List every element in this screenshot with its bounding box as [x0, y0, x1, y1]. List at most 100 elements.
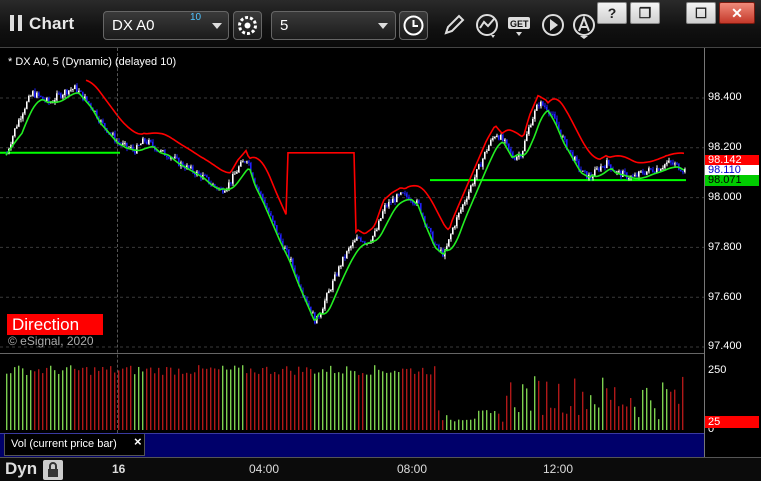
volume-bar — [178, 368, 180, 430]
candle-body — [668, 160, 670, 163]
candle-body — [322, 308, 324, 314]
candle-body — [324, 300, 326, 309]
candle-body — [604, 166, 606, 168]
date-tick: 16 — [112, 462, 126, 476]
volume-bar — [678, 403, 680, 430]
volume-bar — [174, 374, 176, 430]
volume-bar — [18, 365, 20, 430]
symbol-delay-badge: 10 — [190, 12, 202, 23]
volume-bar — [434, 366, 436, 430]
candle-body — [404, 193, 406, 195]
copyright-text: © eSignal, 2020 — [8, 334, 94, 348]
candle-body — [166, 155, 168, 158]
get-icon[interactable]: GET — [506, 11, 534, 39]
volume-bar — [610, 399, 612, 430]
volume-bar — [674, 389, 676, 430]
volume-bar — [166, 367, 168, 430]
interval-dropdown[interactable]: 5 — [271, 11, 396, 40]
candle-body — [32, 91, 34, 96]
volume-bar — [150, 367, 152, 430]
volume-bar — [330, 365, 332, 430]
volume-bar — [518, 412, 520, 430]
candle-body — [190, 166, 192, 169]
close-button[interactable]: ✕ — [719, 2, 755, 24]
lock-icon[interactable] — [43, 460, 63, 480]
volume-bar — [634, 406, 636, 430]
close-icon[interactable]: × — [134, 434, 142, 449]
candle-body — [178, 157, 180, 167]
candle-body — [400, 192, 402, 195]
candle-body — [528, 127, 530, 135]
volume-bar — [442, 420, 444, 430]
candle-body — [18, 119, 20, 127]
candle-body — [392, 198, 394, 203]
play-icon[interactable] — [539, 11, 567, 39]
study-icon[interactable] — [473, 11, 501, 39]
symbol-dropdown[interactable]: DX A0 10 — [103, 11, 229, 40]
candle-body — [352, 242, 354, 247]
candle-body — [592, 176, 594, 179]
volume-badge: 25 — [705, 416, 759, 428]
price-chart[interactable] — [0, 48, 761, 457]
candle-body — [670, 160, 672, 163]
volume-bar — [522, 384, 524, 430]
pencil-icon[interactable] — [440, 11, 468, 39]
volume-bar — [258, 373, 260, 430]
volume-study-label: Vol (current price bar) — [11, 438, 117, 450]
candle-body — [388, 201, 390, 207]
volume-bar — [450, 419, 452, 430]
candle-body — [14, 128, 16, 137]
volume-bar — [682, 376, 684, 430]
candle-body — [140, 143, 142, 146]
time-button[interactable] — [399, 11, 428, 40]
candle-body — [510, 148, 512, 153]
volume-bar — [222, 365, 224, 430]
candle-body — [102, 120, 104, 124]
dynamic-mode-label[interactable]: Dyn — [5, 459, 37, 479]
volume-bar — [418, 371, 420, 430]
volume-bar — [298, 366, 300, 430]
candle-body — [148, 140, 150, 144]
volume-bar — [210, 367, 212, 430]
price-tick: 98.400 — [708, 91, 742, 103]
restore-button[interactable]: ❐ — [630, 2, 660, 24]
window-title: Chart — [29, 14, 75, 33]
candle-body — [336, 274, 338, 276]
volume-bar — [650, 400, 652, 430]
candle-body — [354, 240, 356, 243]
volume-bar — [582, 391, 584, 430]
candle-body — [234, 173, 236, 175]
volume-bar — [226, 369, 228, 430]
volume-bar — [554, 408, 556, 430]
volume-bar — [86, 367, 88, 430]
candle-body — [608, 160, 610, 165]
volume-bar — [58, 373, 60, 430]
candle-body — [456, 217, 458, 227]
help-button[interactable]: ? — [597, 2, 627, 24]
candle-body — [74, 85, 76, 90]
candle-body — [468, 191, 470, 199]
volume-bar — [270, 373, 272, 430]
volume-bar — [670, 391, 672, 430]
volume-bar — [382, 371, 384, 430]
volume-study-tab[interactable]: Vol (current price bar) × — [4, 434, 145, 456]
volume-bar — [206, 368, 208, 430]
candle-body — [238, 166, 240, 173]
settings-button[interactable] — [233, 11, 262, 40]
volume-bar — [118, 370, 120, 430]
volume-bar — [78, 370, 80, 430]
volume-bar — [98, 370, 100, 430]
time-axis[interactable]: Dyn 16 04:00 08:00 12:00 — [0, 457, 761, 481]
volume-bar — [422, 367, 424, 430]
volume-bar — [618, 406, 620, 430]
volume-pane-separator[interactable] — [0, 353, 704, 354]
alert-icon[interactable] — [570, 11, 598, 39]
volume-bar — [146, 368, 148, 430]
candle-body — [466, 198, 468, 202]
maximize-button[interactable]: ☐ — [686, 2, 716, 24]
volume-bar — [462, 420, 464, 430]
direction-label: Direction — [7, 314, 103, 335]
volume-bar — [290, 370, 292, 430]
candle-body — [674, 163, 676, 165]
candle-body — [24, 108, 26, 114]
